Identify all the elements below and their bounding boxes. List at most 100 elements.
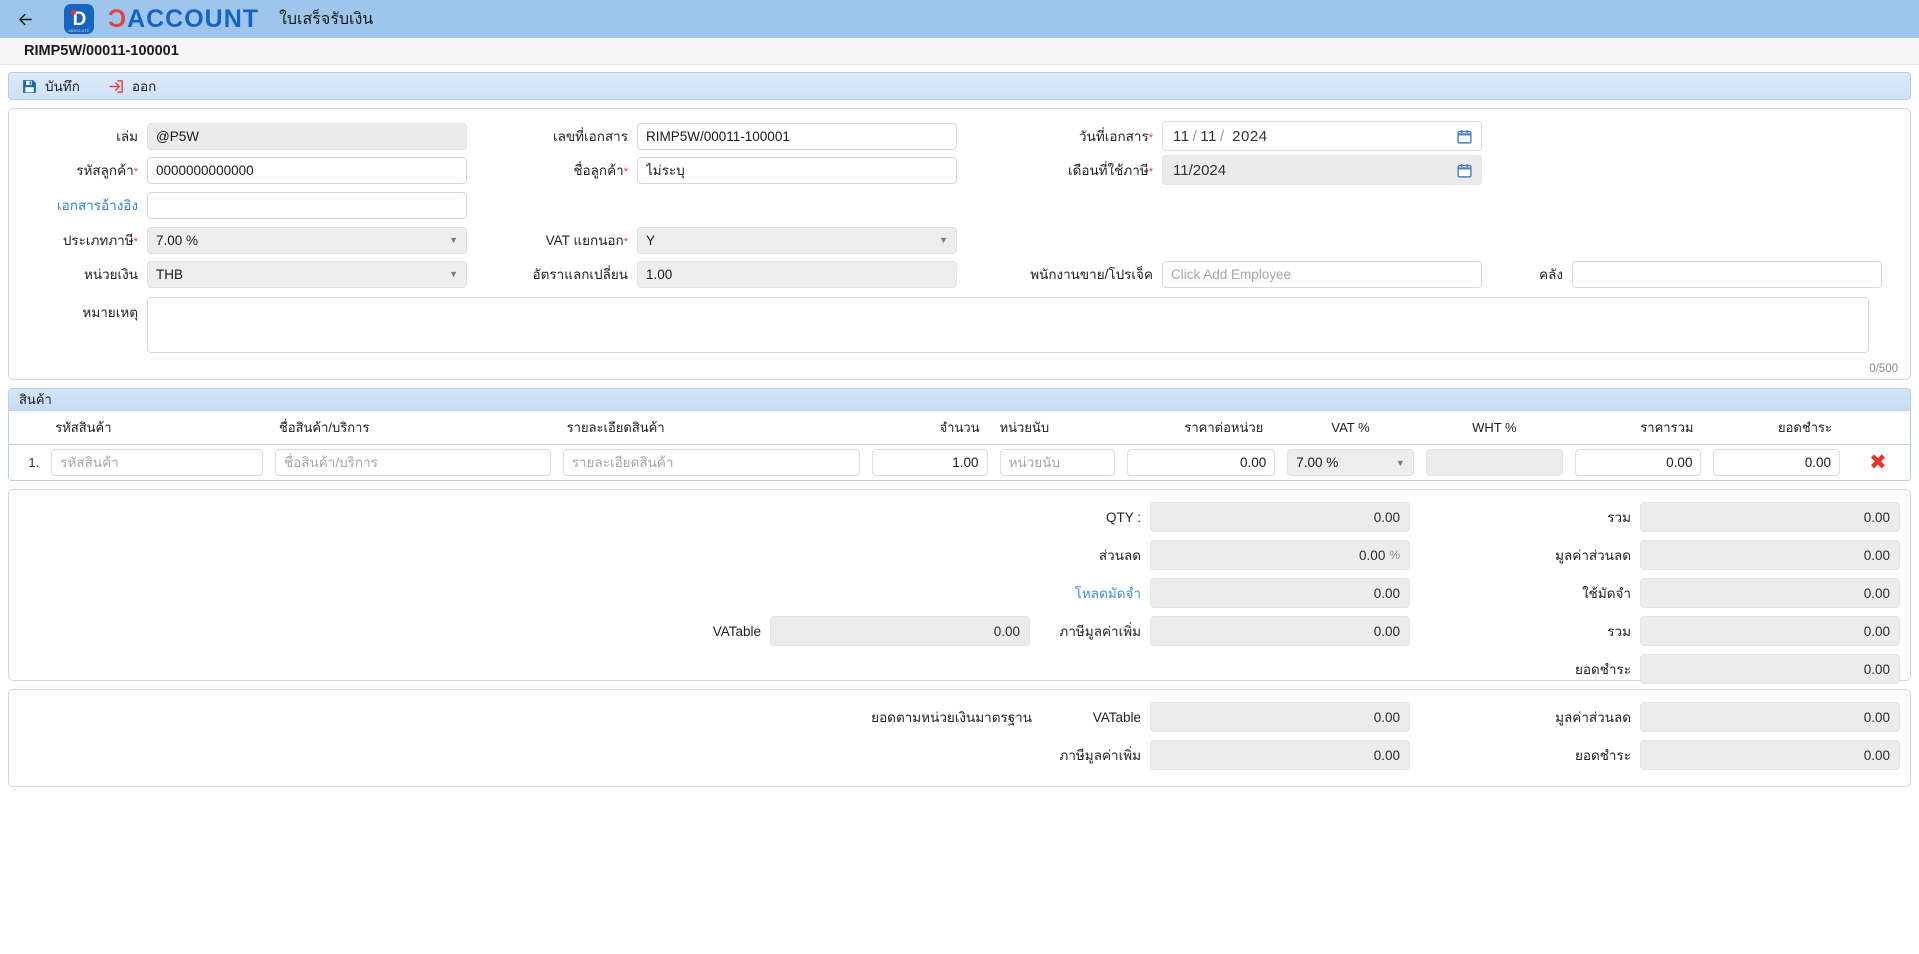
- tax-month-label: เดือนที่ใช้ภาษี*: [1067, 163, 1153, 178]
- std-vatable-label: VATable: [1092, 709, 1141, 725]
- cell-total: [1569, 445, 1708, 481]
- warehouse-input[interactable]: [1572, 260, 1882, 288]
- warehouse-label: คลัง: [1539, 267, 1563, 282]
- col-paid: ยอดชำระ: [1707, 411, 1846, 445]
- document-type-title: ใบเสร็จรับเงิน: [279, 10, 374, 28]
- exchange-rate-input[interactable]: [637, 260, 957, 288]
- tax-type-value: 7.00 %: [156, 232, 199, 248]
- std-netpay-label: ยอดชำระ: [1574, 748, 1631, 763]
- currency-select[interactable]: THB ▼: [147, 260, 467, 288]
- sum2-label: รวม: [1607, 624, 1631, 639]
- form-row-currency: หน่วยเงิน THB ▼ อัตราแลกเปลี่ยน พนักงานข…: [9, 257, 1910, 291]
- std-vat-label: ภาษีมูลค่าเพิ่ม: [1059, 748, 1141, 763]
- form-row-taxtype: ประเภทภาษี* 7.00 % ▼ VAT แยกนอก* Y ▼: [9, 223, 1910, 257]
- qty-input[interactable]: [871, 449, 988, 476]
- book-label: เล่ม: [116, 129, 138, 144]
- unit-price-input[interactable]: [1127, 449, 1276, 476]
- discount-label: ส่วนลด: [1098, 548, 1141, 563]
- chevron-down-icon: ▼: [449, 235, 458, 245]
- exit-arrow-icon: [108, 78, 125, 95]
- product-code-input[interactable]: [51, 449, 263, 476]
- col-qty: จำนวน: [865, 411, 994, 445]
- discount-unit: %: [1389, 548, 1400, 562]
- items-panel: สินค้า รหัสสินค้า ชื่อสินค้า/บริการ รายล…: [8, 388, 1911, 481]
- logo-dot-icon: [71, 10, 76, 15]
- exit-button[interactable]: ออก: [104, 74, 160, 98]
- col-total: ราคารวม: [1568, 411, 1708, 445]
- document-number-bar: RIMP5W/00011-100001: [0, 38, 1919, 65]
- sum-label: รวม: [1607, 510, 1631, 525]
- note-textarea[interactable]: [147, 297, 1869, 353]
- cell-unit: [994, 445, 1122, 481]
- cell-unit-price: [1121, 445, 1281, 481]
- use-deposit-value: 0.00: [1640, 578, 1900, 608]
- document-date-value: 11/11/ 2024: [1173, 127, 1268, 145]
- col-product-detail: รายละเอียดสินค้า: [556, 411, 866, 445]
- totals-row-netpay: ยอดชำระ 0.00: [9, 650, 1910, 688]
- totals-row-qty: QTY : 0.00 รวม 0.00: [9, 498, 1910, 536]
- vat-amount-value: 0.00: [1150, 616, 1410, 646]
- logo-subtext: ABSOLUTE: [68, 29, 90, 33]
- tax-type-label: ประเภทภาษี*: [62, 233, 138, 248]
- exit-button-label: ออก: [131, 79, 157, 94]
- employee-input[interactable]: [1162, 260, 1482, 288]
- totals-row-vat: VATable 0.00 ภาษีมูลค่าเพิ่ม 0.00 รวม 0.…: [9, 612, 1910, 650]
- document-date-input[interactable]: 11/11/ 2024: [1162, 121, 1482, 151]
- qty-total-label: QTY :: [1105, 509, 1141, 525]
- items-section-title: สินค้า: [9, 389, 1910, 411]
- calendar-icon[interactable]: [1456, 162, 1473, 179]
- customer-code-input[interactable]: [147, 156, 467, 184]
- close-x-icon[interactable]: ✖: [1852, 452, 1904, 473]
- customer-name-label: ชื่อลูกค้า*: [573, 163, 628, 178]
- load-deposit-link[interactable]: โหลดมัดจำ: [1030, 582, 1150, 604]
- std-vatable-value: 0.00: [1150, 702, 1410, 732]
- col-product-code: รหัสสินค้า: [45, 411, 269, 445]
- calendar-icon[interactable]: [1456, 128, 1473, 145]
- totals-row-discount: ส่วนลด 0.00 % มูลค่าส่วนลด 0.00: [9, 536, 1910, 574]
- customer-name-input[interactable]: [637, 156, 957, 184]
- cell-vat-pct: 7.00 % ▼: [1281, 445, 1420, 481]
- cell-qty: [866, 445, 994, 481]
- document-number: RIMP5W/00011-100001: [24, 43, 179, 59]
- wht-pct-input[interactable]: [1425, 449, 1563, 476]
- save-button-label: บันทึก: [45, 79, 80, 94]
- discount-amount-value: 0.00: [1640, 540, 1900, 570]
- std-row-2: ภาษีมูลค่าเพิ่ม 0.00 ยอดชำระ 0.00: [9, 736, 1910, 774]
- vat-pct-select[interactable]: 7.00 % ▼: [1287, 449, 1414, 476]
- vat-separate-select[interactable]: Y ▼: [637, 226, 957, 254]
- cell-paid: [1707, 445, 1846, 481]
- product-detail-input[interactable]: [562, 449, 860, 476]
- header-form-panel: เล่ม เลขที่เอกสาร วันที่เอกสาร* 11/11/ 2…: [8, 108, 1911, 380]
- std-vat-value: 0.00: [1150, 740, 1410, 770]
- tax-month-input[interactable]: 11/2024: [1162, 155, 1482, 185]
- reference-doc-label[interactable]: เอกสารอ้างอิง: [9, 194, 147, 216]
- discount-input[interactable]: 0.00 %: [1150, 540, 1410, 570]
- document-number-input[interactable]: [637, 122, 957, 150]
- book-input[interactable]: [147, 122, 467, 150]
- vat-separate-label: VAT แยกนอก*: [545, 233, 628, 248]
- form-row-note: หมายเหตุ: [9, 297, 1910, 353]
- back-arrow-icon[interactable]: [12, 6, 38, 32]
- action-toolbar: บันทึก ออก: [8, 72, 1911, 100]
- discount-amount-label: มูลค่าส่วนลด: [1555, 548, 1631, 563]
- sum-value: 0.00: [1640, 502, 1900, 532]
- customer-code-label: รหัสลูกค้า*: [76, 163, 138, 178]
- note-label: หมายเหตุ: [82, 305, 138, 320]
- currency-label: หน่วยเงิน: [83, 267, 138, 282]
- line-paid-input[interactable]: [1713, 449, 1840, 476]
- exchange-rate-label: อัตราแลกเปลี่ยน: [532, 267, 628, 282]
- brand-part-two: ACCOUNT: [127, 4, 260, 33]
- line-total-input[interactable]: [1574, 449, 1702, 476]
- tax-type-select[interactable]: 7.00 % ▼: [147, 226, 467, 254]
- currency-value: THB: [156, 266, 183, 282]
- col-index: [9, 411, 46, 445]
- col-unit: หน่วยนับ: [993, 411, 1122, 445]
- unit-input[interactable]: [999, 449, 1116, 476]
- brand-part-one: Ɔ: [108, 4, 128, 33]
- product-name-input[interactable]: [274, 449, 551, 476]
- save-button[interactable]: บันทึก: [17, 74, 84, 98]
- vatable-value: 0.00: [770, 616, 1030, 646]
- items-table-header-row: รหัสสินค้า ชื่อสินค้า/บริการ รายละเอียดส…: [9, 411, 1910, 445]
- reference-doc-input[interactable]: [147, 191, 467, 219]
- totals-row-deposit: โหลดมัดจำ 0.00 ใช้มัดจำ 0.00: [9, 574, 1910, 612]
